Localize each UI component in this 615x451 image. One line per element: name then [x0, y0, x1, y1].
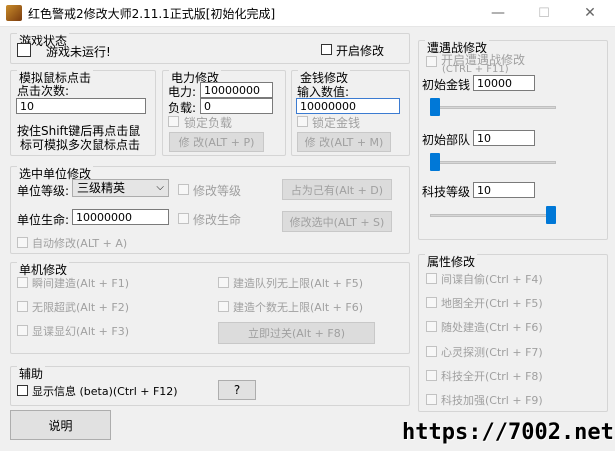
- attr-label-map: 地图全开(Ctrl + F5): [441, 297, 543, 310]
- initial-troops-input[interactable]: 10: [473, 130, 535, 146]
- power-input[interactable]: 10000000: [200, 82, 273, 98]
- show-hidden-checkbox[interactable]: [17, 325, 28, 336]
- show-info-label: 显示信息 (beta)(Ctrl + F12): [32, 385, 178, 398]
- attributes-title: 属性修改: [425, 253, 478, 270]
- click-count-input[interactable]: 10: [16, 98, 146, 114]
- lock-money-label: 锁定金钱: [312, 116, 361, 130]
- status-indicator-box: [17, 43, 31, 57]
- initial-money-slider-track[interactable]: [430, 106, 556, 109]
- auto-modify-checkbox[interactable]: [17, 237, 28, 248]
- explain-button[interactable]: 说明: [10, 410, 111, 440]
- money-apply-button[interactable]: 修 改(ALT + M): [297, 132, 391, 152]
- attr-checkbox-0[interactable]: [426, 273, 437, 284]
- maximize-button[interactable]: ☐: [521, 0, 567, 26]
- tech-level-slider-track[interactable]: [430, 214, 556, 217]
- unit-level-label: 单位等级:: [17, 184, 70, 198]
- modify-level-checkbox[interactable]: [178, 184, 189, 195]
- aux-title: 辅助: [17, 365, 46, 382]
- initial-troops-slider-track[interactable]: [430, 161, 556, 164]
- modify-life-checkbox[interactable]: [178, 213, 189, 224]
- initial-money-input[interactable]: 10000: [473, 75, 535, 91]
- load-input[interactable]: 0: [200, 98, 273, 114]
- unlimited-super-checkbox[interactable]: [17, 301, 28, 312]
- modify-level-label: 修改等级: [193, 184, 242, 198]
- app-icon: [6, 5, 22, 21]
- take-ownership-button[interactable]: 占为己有(Alt + D): [282, 179, 392, 200]
- attr-checkbox-5[interactable]: [426, 394, 437, 405]
- power-label: 电力:: [168, 85, 197, 99]
- tech-level-slider-thumb[interactable]: [546, 206, 556, 224]
- modify-life-label: 修改生命: [193, 213, 242, 227]
- modify-selected-button[interactable]: 修改选中(ALT + S): [282, 211, 392, 232]
- attr-label-tech-boost: 科技加强(Ctrl + F9): [441, 394, 543, 407]
- initial-troops-slider-thumb[interactable]: [430, 153, 440, 171]
- unlimited-count-label: 建造个数无上限(Alt + F6): [233, 301, 364, 314]
- attr-checkbox-4[interactable]: [426, 370, 437, 381]
- enable-mod-label: 开启修改: [336, 44, 385, 58]
- unit-life-label: 单位生命:: [17, 213, 70, 227]
- attr-checkbox-1[interactable]: [426, 297, 437, 308]
- lock-load-label: 锁定负载: [184, 116, 233, 130]
- window-title: 红色警戒2修改大师2.11.1正式版[初始化完成]: [28, 7, 276, 21]
- auto-modify-label: 自动修改(ALT + A): [32, 237, 128, 250]
- encounter-enable-checkbox[interactable]: [426, 56, 437, 67]
- attr-checkbox-3[interactable]: [426, 346, 437, 357]
- initial-troops-label: 初始部队: [422, 133, 471, 147]
- attr-label-tech-all: 科技全开(Ctrl + F8): [441, 370, 543, 383]
- click-hint-line2: 标可模拟多次鼠标点击: [20, 138, 141, 152]
- tech-level-label: 科技等级: [422, 185, 471, 199]
- lock-money-checkbox[interactable]: [297, 116, 308, 127]
- enable-mod-checkbox[interactable]: [321, 44, 332, 55]
- help-button[interactable]: ?: [218, 380, 256, 400]
- close-button[interactable]: ✕: [567, 0, 613, 26]
- unlimited-queue-label: 建造队列无上限(Alt + F5): [233, 277, 364, 290]
- show-info-checkbox[interactable]: [17, 385, 28, 396]
- unit-life-input[interactable]: 10000000: [72, 209, 169, 225]
- watermark: https://7002.net: [402, 420, 614, 445]
- unlimited-count-checkbox[interactable]: [218, 301, 229, 312]
- minimize-button[interactable]: —: [475, 0, 521, 26]
- instant-build-label: 瞬间建造(Alt + F1): [32, 277, 130, 290]
- power-apply-button[interactable]: 修 改(ALT + P): [169, 132, 264, 152]
- tech-level-input[interactable]: 10: [473, 182, 535, 198]
- initial-money-slider-thumb[interactable]: [430, 98, 440, 116]
- initial-money-label: 初始金钱: [422, 78, 471, 92]
- instant-win-button[interactable]: 立即过关(Alt + F8): [218, 322, 375, 344]
- game-status-text: 游戏未运行!: [46, 45, 111, 59]
- attr-label-spy: 间谍自偷(Ctrl + F4): [441, 273, 543, 286]
- unlimited-queue-checkbox[interactable]: [218, 277, 229, 288]
- instant-build-checkbox[interactable]: [17, 277, 28, 288]
- attr-checkbox-2[interactable]: [426, 321, 437, 332]
- lock-load-checkbox[interactable]: [168, 116, 179, 127]
- encounter-enable-hotkey: (CTRL + F11): [442, 64, 509, 75]
- click-count-label: 点击次数:: [17, 84, 70, 98]
- title-bar: 红色警戒2修改大师2.11.1正式版[初始化完成] — ☐ ✕: [0, 0, 615, 27]
- attr-label-build: 随处建造(Ctrl + F6): [441, 321, 543, 334]
- attr-label-psychic: 心灵探测(Ctrl + F7): [441, 346, 543, 359]
- chevron-down-icon: ⌵: [156, 182, 164, 193]
- unlimited-super-label: 无限超武(Alt + F2): [32, 301, 130, 314]
- unit-level-value: 三级精英: [77, 181, 126, 195]
- unit-level-select[interactable]: 三级精英 ⌵: [72, 179, 169, 197]
- show-hidden-label: 显谍显幻(Alt + F3): [32, 325, 130, 338]
- money-input[interactable]: 10000000: [296, 98, 400, 114]
